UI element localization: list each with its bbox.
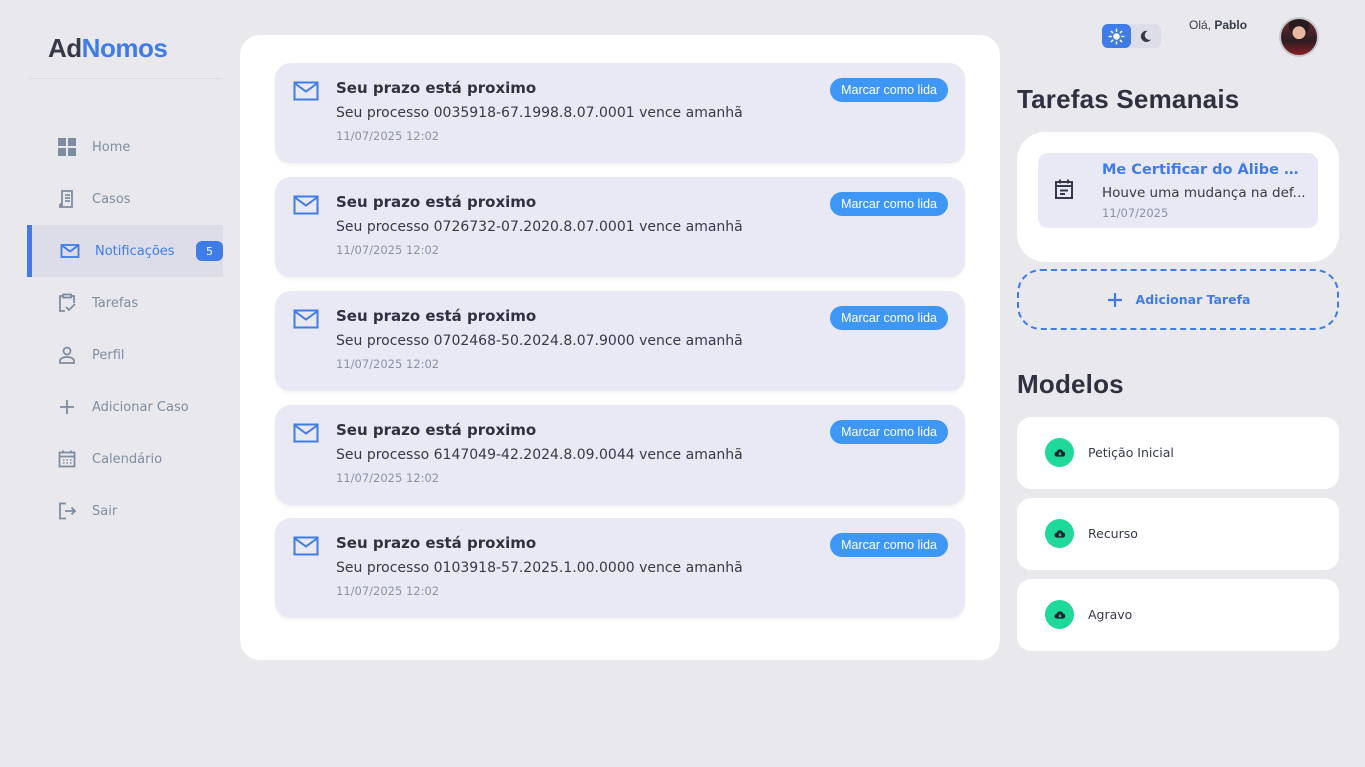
notification-description: Seu processo 0103918-57.2025.1.00.0000 v… bbox=[336, 560, 743, 576]
sidebar-item-label: Adicionar Caso bbox=[92, 399, 189, 415]
sidebar-item-notificacoes[interactable]: Notificações 5 bbox=[27, 225, 223, 277]
notification-title: Seu prazo está proximo bbox=[336, 307, 537, 325]
cloud-download-icon bbox=[1045, 600, 1074, 629]
notification-date: 11/07/2025 12:02 bbox=[336, 471, 440, 485]
sidebar-item-label: Home bbox=[92, 139, 131, 155]
sidebar-item-adicionar-caso[interactable]: Adicionar Caso bbox=[27, 381, 223, 433]
app-logo[interactable]: AdNomos bbox=[48, 33, 168, 64]
model-label: Recurso bbox=[1088, 526, 1138, 541]
event-note-icon bbox=[1055, 179, 1073, 199]
notification-card: Seu prazo está proximo Seu processo 6147… bbox=[275, 405, 965, 505]
grid-icon bbox=[57, 137, 77, 157]
task-title: Me Certificar do Álibe do C... bbox=[1102, 162, 1307, 178]
logo-text-nomos: Nomos bbox=[81, 33, 168, 63]
sidebar-item-home[interactable]: Home bbox=[27, 121, 223, 173]
mail-icon bbox=[293, 309, 319, 329]
user-name: Pablo bbox=[1214, 18, 1248, 32]
model-label: Agravo bbox=[1088, 607, 1133, 622]
sidebar-item-sair[interactable]: Sair bbox=[27, 485, 223, 537]
mark-as-read-button[interactable]: Marcar como lida bbox=[830, 78, 948, 102]
model-card-peticao-inicial[interactable]: Petição Inicial bbox=[1017, 417, 1339, 489]
notification-description: Seu processo 0035918-67.1998.8.07.0001 v… bbox=[336, 105, 743, 121]
plus-icon bbox=[1107, 292, 1122, 307]
mail-icon bbox=[293, 81, 319, 101]
model-label: Petição Inicial bbox=[1088, 445, 1174, 460]
cloud-download-icon bbox=[1045, 519, 1074, 548]
mail-icon bbox=[293, 195, 319, 215]
sidebar-item-perfil[interactable]: Perfil bbox=[27, 329, 223, 381]
task-date: 11/07/2025 bbox=[1102, 206, 1169, 220]
sidebar-item-label: Calendário bbox=[92, 451, 163, 467]
notification-card: Seu prazo está proximo Seu processo 0726… bbox=[275, 177, 965, 277]
moon-icon[interactable] bbox=[1131, 24, 1160, 48]
notification-date: 11/07/2025 12:02 bbox=[336, 243, 440, 257]
theme-toggle[interactable] bbox=[1102, 24, 1161, 48]
mail-icon bbox=[293, 423, 319, 443]
notification-title: Seu prazo está proximo bbox=[336, 421, 537, 439]
greeting-text: Olá, bbox=[1189, 18, 1212, 32]
calendar-icon bbox=[57, 449, 77, 469]
task-description: Houve uma mudança na def... bbox=[1102, 185, 1306, 201]
receipt-icon bbox=[57, 189, 77, 209]
weekly-tasks-panel: Me Certificar do Álibe do C... Houve uma… bbox=[1017, 132, 1339, 262]
mark-as-read-button[interactable]: Marcar como lida bbox=[830, 192, 948, 216]
cloud-download-icon bbox=[1045, 438, 1074, 467]
sidebar-item-label: Casos bbox=[92, 191, 131, 207]
logo-text-ad: Ad bbox=[48, 33, 82, 63]
logout-icon bbox=[57, 501, 77, 521]
notification-card: Seu prazo está proximo Seu processo 0702… bbox=[275, 291, 965, 391]
notification-title: Seu prazo está proximo bbox=[336, 193, 537, 211]
notification-count-badge: 5 bbox=[196, 241, 223, 261]
logo-divider bbox=[30, 78, 222, 79]
clipboard-check-icon bbox=[57, 293, 77, 313]
sidebar-item-label: Tarefas bbox=[92, 295, 139, 311]
mail-icon bbox=[293, 536, 319, 556]
sidebar-item-calendario[interactable]: Calendário bbox=[27, 433, 223, 485]
sidebar-item-label: Perfil bbox=[92, 347, 125, 363]
sun-icon[interactable] bbox=[1102, 24, 1131, 48]
notification-date: 11/07/2025 12:02 bbox=[336, 357, 440, 371]
notification-card: Seu prazo está proximo Seu processo 0103… bbox=[275, 518, 965, 618]
plus-icon bbox=[57, 397, 77, 417]
notification-title: Seu prazo está proximo bbox=[336, 534, 537, 552]
notification-title: Seu prazo está proximo bbox=[336, 79, 537, 97]
user-greeting: Olá, Pablo bbox=[1189, 18, 1247, 32]
mark-as-read-button[interactable]: Marcar como lida bbox=[830, 420, 948, 444]
notification-description: Seu processo 6147049-42.2024.8.09.0044 v… bbox=[336, 447, 743, 463]
notifications-panel: Seu prazo está proximo Seu processo 0035… bbox=[240, 35, 1000, 660]
add-task-label: Adicionar Tarefa bbox=[1135, 292, 1251, 307]
notification-description: Seu processo 0726732-07.2020.8.07.0001 v… bbox=[336, 219, 743, 235]
models-title: Modelos bbox=[1017, 369, 1124, 399]
weekly-tasks-title: Tarefas Semanais bbox=[1017, 84, 1240, 114]
sidebar-item-casos[interactable]: Casos bbox=[27, 173, 223, 225]
person-icon bbox=[57, 345, 77, 365]
sidebar-item-label: Notificações bbox=[95, 243, 175, 259]
model-card-agravo[interactable]: Agravo bbox=[1017, 579, 1339, 651]
notification-description: Seu processo 0702468-50.2024.8.07.9000 v… bbox=[336, 333, 743, 349]
notification-card: Seu prazo está proximo Seu processo 0035… bbox=[275, 63, 965, 163]
add-task-button[interactable]: Adicionar Tarefa bbox=[1017, 269, 1339, 330]
sidebar-item-tarefas[interactable]: Tarefas bbox=[27, 277, 223, 329]
mark-as-read-button[interactable]: Marcar como lida bbox=[830, 306, 948, 330]
task-card[interactable]: Me Certificar do Álibe do C... Houve uma… bbox=[1038, 153, 1318, 228]
mark-as-read-button[interactable]: Marcar como lida bbox=[830, 533, 948, 557]
model-card-recurso[interactable]: Recurso bbox=[1017, 498, 1339, 570]
sidebar-nav: Home Casos Notificações 5 Tarefas Perfil… bbox=[27, 121, 223, 537]
sidebar-item-label: Sair bbox=[92, 503, 118, 519]
notification-date: 11/07/2025 12:02 bbox=[336, 129, 440, 143]
mail-icon bbox=[60, 241, 80, 261]
notification-date: 11/07/2025 12:02 bbox=[336, 584, 440, 598]
avatar[interactable] bbox=[1279, 17, 1319, 57]
